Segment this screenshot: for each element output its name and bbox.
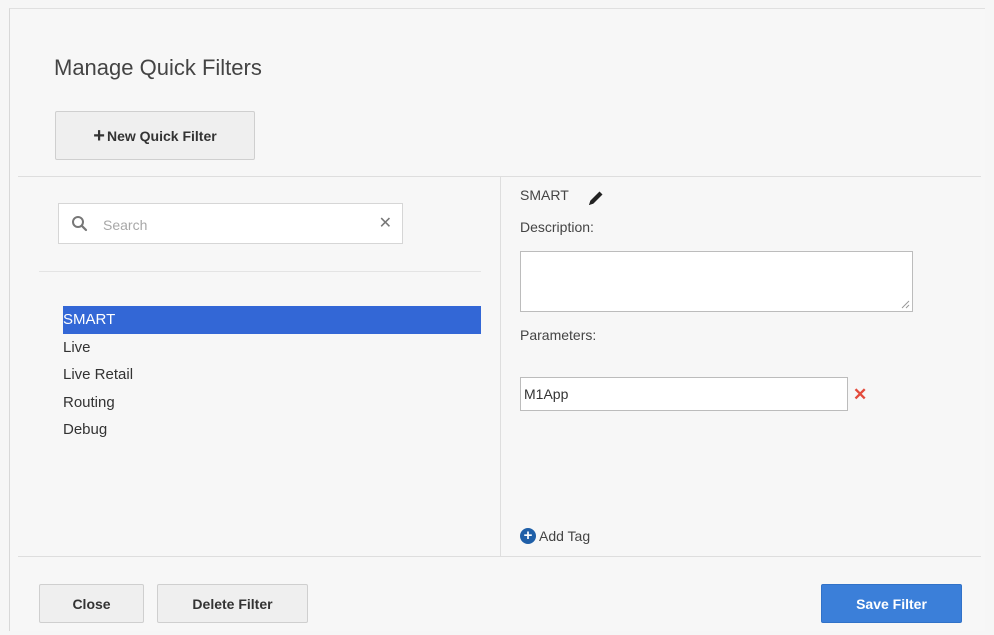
parameter-field[interactable]: M1App [520,377,848,411]
delete-filter-button[interactable]: Delete Filter [157,584,308,623]
search-box[interactable]: ✕ [58,203,403,244]
list-item[interactable]: Debug [63,416,481,444]
list-item[interactable]: Live Retail [63,361,481,389]
footer-divider [18,556,981,557]
pencil-icon[interactable] [586,188,606,208]
manage-quick-filters-dialog: Manage Quick Filters + New Quick Filter … [9,8,985,631]
new-quick-filter-button[interactable]: + New Quick Filter [55,111,255,160]
plus-circle-icon: + [520,528,536,544]
description-label: Description: [520,219,594,235]
parameters-label: Parameters: [520,327,597,343]
new-quick-filter-label: New Quick Filter [106,127,217,144]
add-tag-button[interactable]: + Add Tag [520,528,590,544]
close-button[interactable]: Close [39,584,144,623]
save-filter-button[interactable]: Save Filter [821,584,962,623]
list-item[interactable]: Routing [63,389,481,417]
dialog-title: Manage Quick Filters [54,55,262,80]
add-tag-label: Add Tag [539,528,591,544]
search-icon [72,216,88,232]
list-item[interactable]: SMART [63,306,481,334]
list-item[interactable]: Live [63,334,481,362]
resize-grip-icon[interactable] [901,300,910,309]
plus-icon: + [93,124,105,147]
panel-divider [500,176,501,556]
search-input[interactable] [101,212,375,238]
search-divider [39,271,481,272]
description-field[interactable] [520,251,913,312]
clear-search-icon[interactable]: ✕ [379,213,392,233]
close-icon[interactable]: ✕ [853,385,867,405]
quick-filter-list: SMART Live Live Retail Routing Debug [63,306,481,444]
filter-name: SMART [520,187,569,203]
